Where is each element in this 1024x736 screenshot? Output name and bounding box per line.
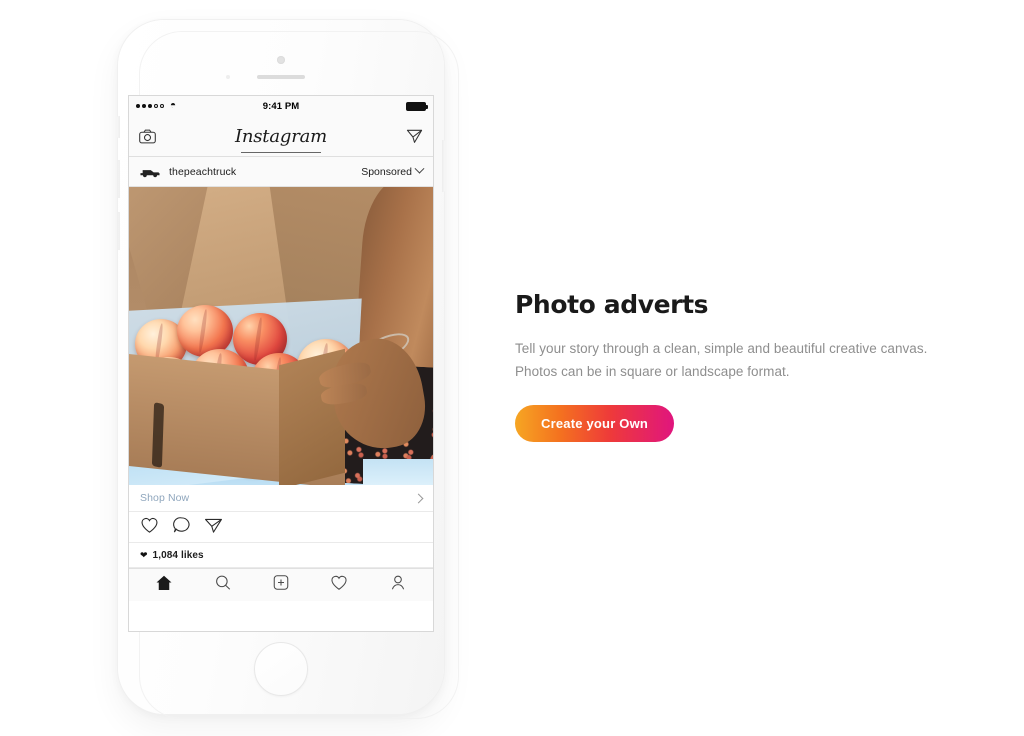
panel-description: Tell your story through a clean, simple …: [515, 337, 985, 383]
shop-now-bar[interactable]: Shop Now: [129, 485, 433, 512]
activity-heart-icon[interactable]: [330, 574, 348, 596]
post-photo[interactable]: [129, 187, 433, 485]
info-panel: Photo adverts Tell your story through a …: [515, 290, 995, 442]
likes-row: ❤ 1,084 likes: [129, 543, 433, 568]
silent-switch[interactable]: [117, 116, 120, 138]
heart-filled-icon: ❤: [140, 549, 148, 560]
battery-icon: [406, 101, 428, 111]
search-icon[interactable]: [214, 574, 232, 596]
status-bar: ◓ 9:41 PM: [129, 96, 433, 116]
create-your-own-button[interactable]: Create your Own: [515, 405, 675, 442]
add-post-icon[interactable]: [272, 574, 290, 596]
heart-icon[interactable]: [140, 516, 159, 539]
post-username[interactable]: thepeachtruck: [169, 166, 236, 178]
phone-mockup: ◓ 9:41 PM Instagram thepeachtruck Sponso…: [100, 12, 462, 724]
post-actions: [129, 512, 433, 543]
status-bar-right: [406, 101, 428, 111]
volume-down-button[interactable]: [117, 212, 120, 250]
chevron-right-icon: [413, 493, 424, 503]
post-header: thepeachtruck Sponsored: [129, 157, 433, 187]
earpiece-speaker: [257, 75, 305, 79]
bottom-tab-bar: [129, 568, 433, 601]
sponsored-label: Sponsored: [361, 165, 412, 178]
chevron-down-icon: [414, 163, 425, 174]
likes-count: 1,084 likes: [152, 549, 204, 561]
home-button[interactable]: [254, 642, 308, 696]
page-title: Photo adverts: [515, 290, 709, 319]
instagram-logo-underline: [241, 152, 321, 153]
sponsored-label-group[interactable]: Sponsored: [361, 163, 425, 178]
comment-icon[interactable]: [172, 516, 191, 539]
description-line-2: Photos can be in square or landscape for…: [515, 364, 790, 379]
shop-now-label: Shop Now: [140, 492, 190, 504]
paper-plane-icon[interactable]: [204, 516, 223, 539]
proximity-sensor: [226, 75, 230, 79]
phone-screen: ◓ 9:41 PM Instagram thepeachtruck Sponso…: [128, 95, 434, 632]
paper-plane-icon[interactable]: [406, 128, 423, 144]
profile-icon[interactable]: [389, 574, 407, 596]
floor-right: [363, 459, 433, 485]
truck-avatar-icon[interactable]: [139, 165, 161, 179]
instagram-header: Instagram: [129, 116, 433, 157]
home-icon[interactable]: [155, 574, 173, 596]
instagram-logo: Instagram: [234, 125, 328, 147]
camera-icon[interactable]: [139, 129, 156, 144]
front-camera-icon: [277, 56, 285, 64]
description-line-1: Tell your story through a clean, simple …: [515, 341, 928, 356]
status-bar-time: 9:41 PM: [262, 100, 300, 112]
volume-up-button[interactable]: [117, 160, 120, 198]
power-button[interactable]: [442, 140, 445, 192]
